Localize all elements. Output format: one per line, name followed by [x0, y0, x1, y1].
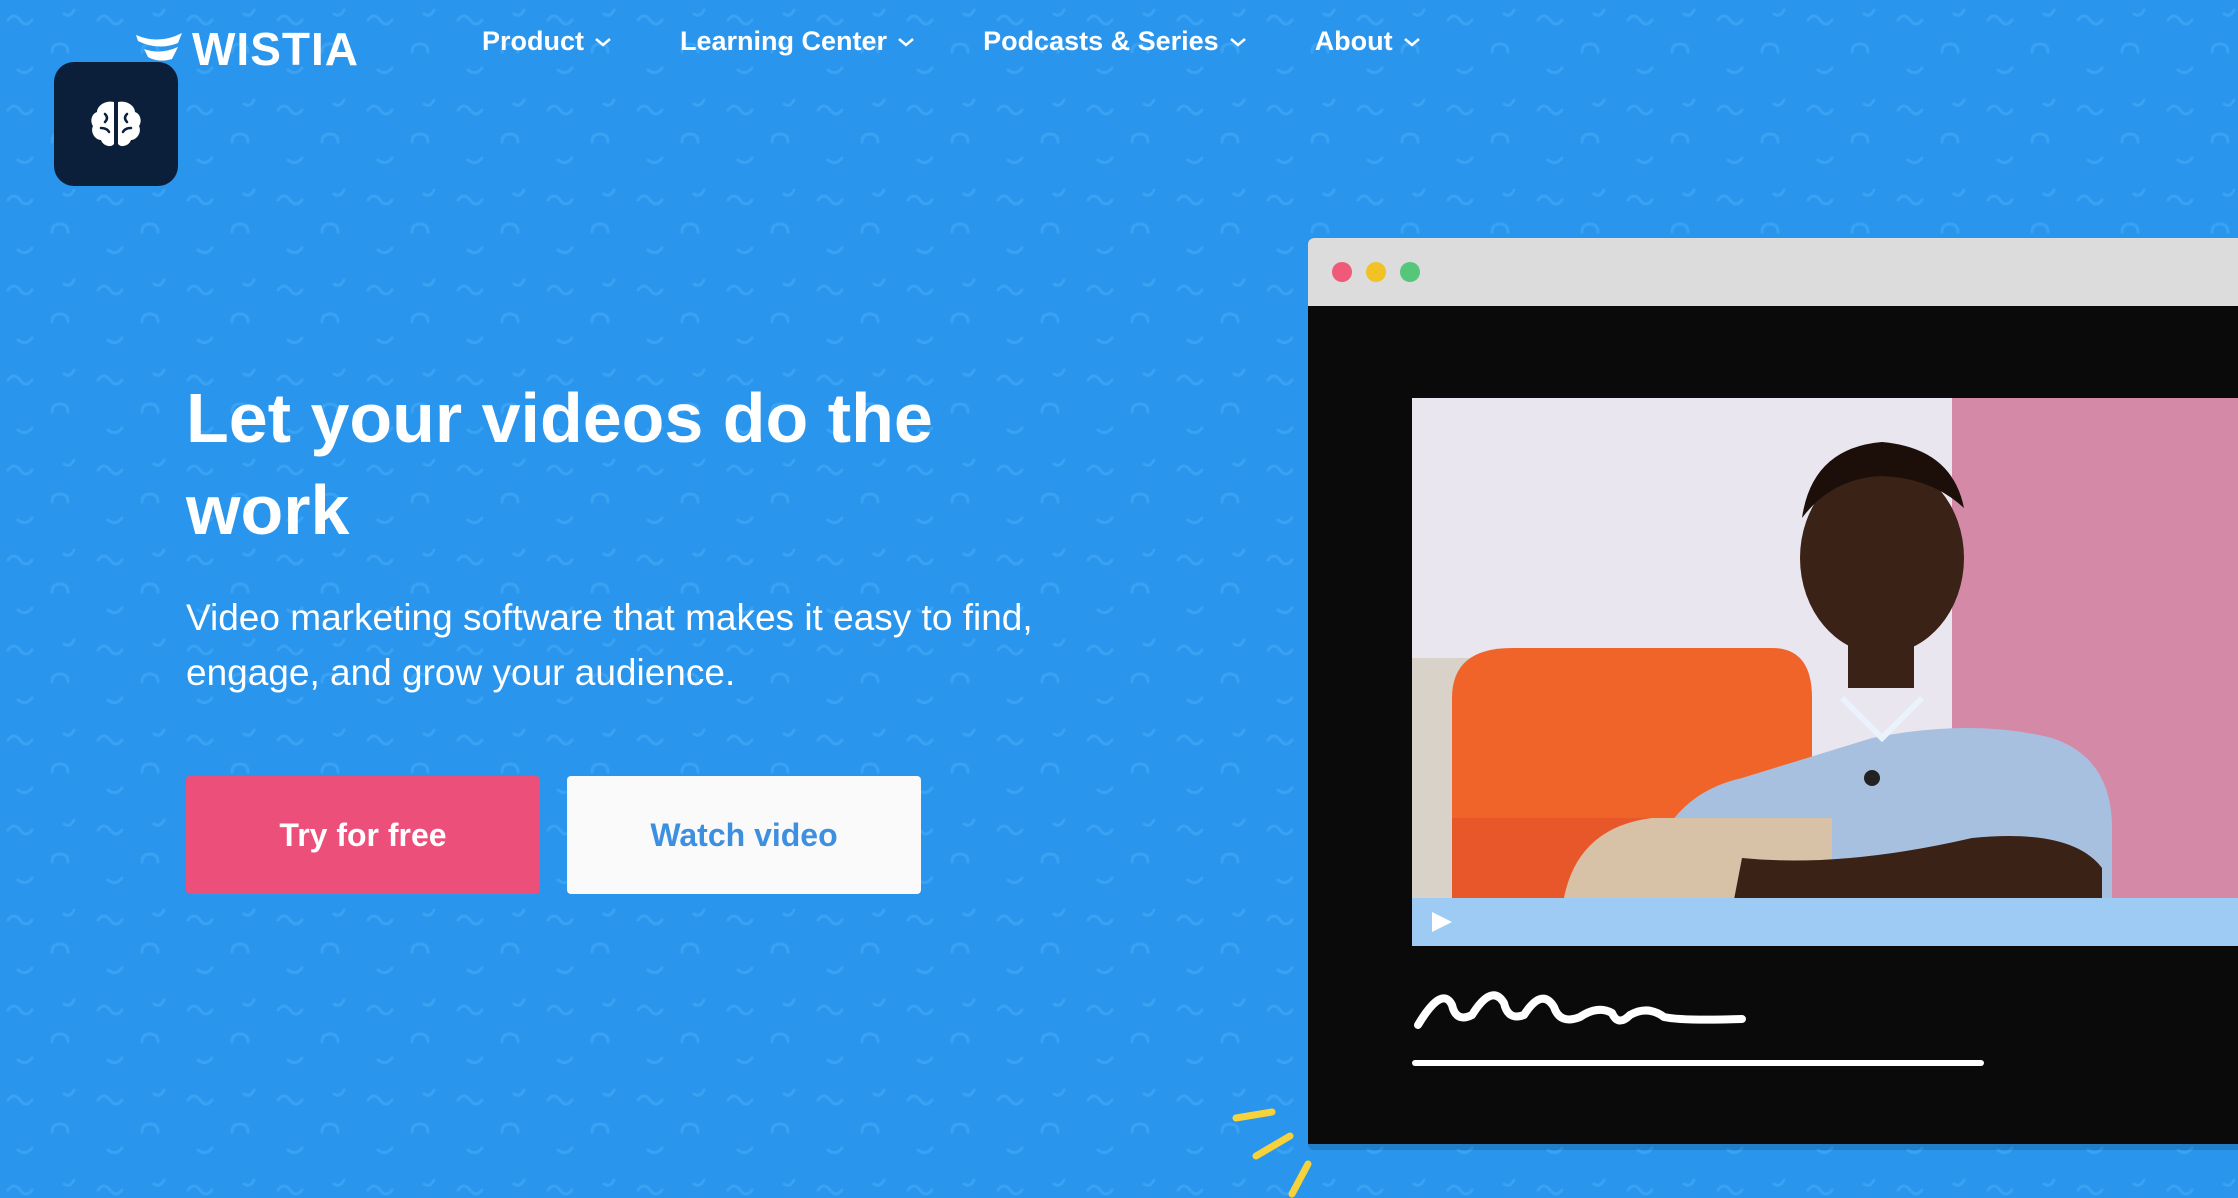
nav-item-label: About [1314, 26, 1393, 56]
app-icon[interactable] [54, 62, 178, 186]
video-thumbnail[interactable] [1412, 398, 2238, 910]
nav-item-learning-center[interactable]: Learning Center [680, 26, 915, 57]
window-maximize-dot [1400, 262, 1420, 282]
brand-name: WISTIA [192, 23, 359, 75]
spark-decoration-icon [1232, 1108, 1312, 1198]
signature-line [1412, 1060, 1984, 1066]
try-for-free-button[interactable]: Try for free [186, 776, 540, 894]
nav-item-about[interactable]: About [1315, 26, 1421, 57]
nav-item-label: Learning Center [680, 26, 888, 56]
handwritten-signature [1414, 991, 1746, 1029]
hero-headline: Let your videos do the work [186, 379, 933, 549]
window-close-dot [1332, 262, 1352, 282]
chevron-down-icon [1403, 37, 1420, 47]
play-icon[interactable] [1426, 908, 1456, 936]
nav-item-podcasts-series[interactable]: Podcasts & Series [983, 26, 1247, 57]
nav-item-label: Product [482, 26, 585, 56]
watch-video-button[interactable]: Watch video [567, 776, 921, 894]
video-player-bar[interactable] [1412, 898, 2238, 946]
nav-item-product[interactable]: Product [482, 26, 612, 57]
hero-subhead: Video marketing software that makes it e… [186, 597, 1033, 693]
nav-item-label: Podcasts & Series [983, 26, 1219, 56]
brain-icon [91, 101, 141, 147]
browser-titlebar [1308, 238, 2238, 306]
main-nav: Product Learning Center Podcasts & Serie… [482, 26, 1489, 57]
chevron-down-icon [1229, 37, 1246, 47]
person-on-couch-image [1412, 398, 2238, 910]
chevron-down-icon [898, 37, 914, 47]
window-minimize-dot [1366, 262, 1386, 282]
chevron-down-icon [595, 37, 611, 47]
